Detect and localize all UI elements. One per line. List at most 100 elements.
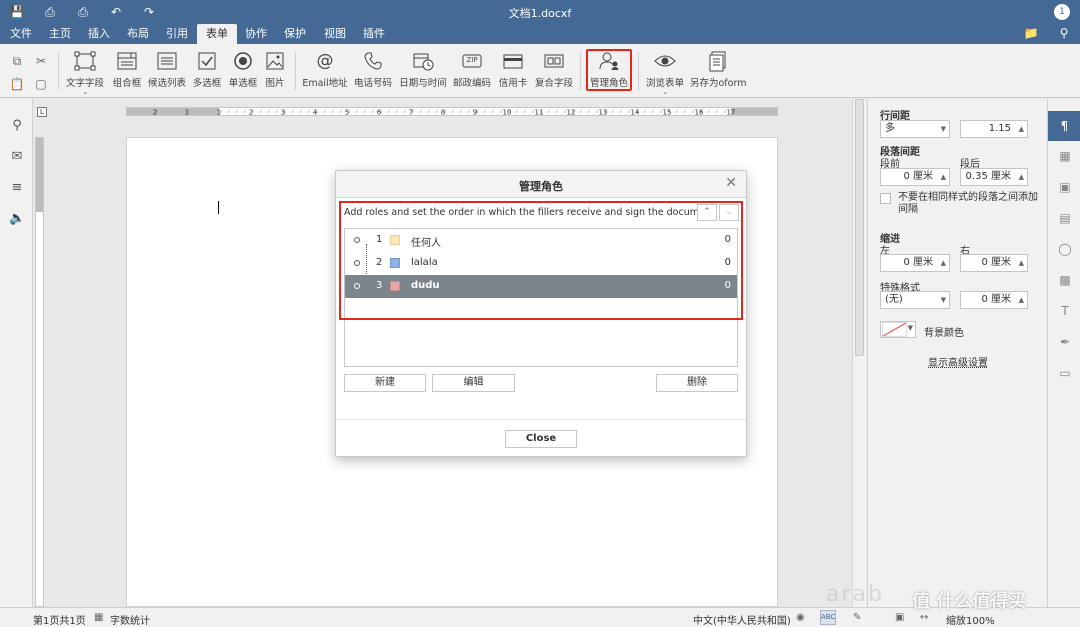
save-as-oform-button[interactable]: 另存为oform	[690, 50, 746, 94]
tab-protection[interactable]: 保护	[275, 24, 315, 44]
text-cursor	[218, 201, 219, 214]
paste-icon[interactable]: 📋	[9, 76, 25, 92]
ruler-tick-label: 3	[281, 109, 285, 116]
spacing-before-field[interactable]: 0 厘米 ▲	[880, 168, 950, 186]
credit-card-button[interactable]: 信用卡	[497, 50, 529, 94]
site-watermark: 值 什么值得买	[912, 591, 1027, 612]
comment-icon[interactable]: ✉	[9, 149, 25, 165]
chevron-down-icon: ▼	[907, 324, 913, 332]
edit-role-button[interactable]: 编辑	[432, 374, 515, 392]
checkbox-button[interactable]: 多选框	[191, 50, 223, 94]
special-format-value-field[interactable]: 0 厘米 ▲	[960, 291, 1028, 309]
scrollbar-thumb[interactable]	[855, 99, 864, 356]
text-field-button[interactable]: 文字字段 ⌄	[65, 50, 105, 96]
checkbox-icon	[196, 50, 218, 72]
search-icon[interactable]: ⚲	[9, 118, 25, 134]
select-all-icon[interactable]: ▢	[33, 76, 49, 92]
fit-page-icon[interactable]: ▣	[895, 612, 904, 623]
toolbar-separator	[58, 52, 59, 90]
stepper-icon[interactable]: ▲	[1019, 121, 1024, 137]
horizontal-ruler[interactable]: 2 1 1 2 3 4 5 6 7 8 9 10 11 12 13 14 15 16 17	[126, 107, 778, 116]
track-changes-icon[interactable]: ✎	[853, 612, 861, 623]
indent-right-field[interactable]: 0 厘米 ▲	[960, 254, 1028, 272]
vertical-ruler[interactable]	[35, 137, 44, 607]
shape-icon[interactable]: ◯	[1057, 242, 1073, 258]
indent-left-field[interactable]: 0 厘米 ▲	[880, 254, 950, 272]
combo-box-button[interactable]: 组合框	[110, 50, 144, 94]
save-as-oform-icon	[707, 50, 729, 72]
stepper-icon[interactable]: ▲	[1019, 255, 1024, 271]
signature-icon[interactable]: ✒	[1057, 335, 1073, 351]
table-icon[interactable]: ▦	[1057, 149, 1073, 165]
chevron-down-icon: ▼	[940, 125, 946, 133]
tab-collaboration[interactable]: 协作	[236, 24, 276, 44]
folder-icon[interactable]: 📁	[1023, 26, 1039, 42]
phone-label: 电话号码	[353, 78, 392, 89]
text-art-icon[interactable]: T	[1057, 304, 1073, 320]
user-avatar[interactable]: 1	[1054, 4, 1070, 20]
dialog-header: 管理角色 ✕	[336, 171, 746, 198]
spacing-after-field[interactable]: 0.35 厘米 ▲	[960, 168, 1028, 186]
tab-references[interactable]: 引用	[157, 24, 197, 44]
checkbox-label: 多选框	[192, 78, 222, 89]
tab-file[interactable]: 文件	[1, 24, 41, 44]
view-form-button[interactable]: 浏览表单 ⌄	[643, 50, 687, 96]
complex-field-icon	[543, 50, 565, 72]
zip-button[interactable]: ZIP 邮政编码	[451, 50, 493, 94]
new-role-button[interactable]: 新建	[344, 374, 426, 392]
dropdown-list-button[interactable]: 候选列表	[147, 50, 187, 94]
close-button[interactable]: Close	[505, 430, 577, 448]
zoom-level[interactable]: 缩放100%	[946, 612, 995, 627]
ruler-margin-top	[36, 138, 43, 212]
spell-check-icon[interactable]: ABC	[820, 610, 836, 625]
paragraph-icon[interactable]: ¶	[1048, 111, 1080, 141]
search-icon[interactable]: ⚲	[1056, 26, 1072, 42]
chart-icon[interactable]: ▩	[1057, 273, 1073, 289]
ruler-tick-label: 12	[567, 109, 576, 116]
background-color-picker[interactable]: ▼	[880, 321, 916, 338]
tab-plugins[interactable]: 插件	[354, 24, 394, 44]
datetime-label: 日期与时间	[399, 78, 447, 89]
dialog-title: 管理角色	[519, 180, 563, 193]
speaker-icon[interactable]: 🔈	[9, 211, 25, 227]
phone-button[interactable]: 电话号码	[352, 50, 394, 94]
globe-icon[interactable]: ◉	[796, 612, 805, 623]
tab-stop-selector[interactable]: L	[37, 107, 47, 117]
copy-icon[interactable]: ⧉	[9, 53, 25, 69]
tab-forms[interactable]: 表单	[197, 24, 237, 44]
special-format-select[interactable]: (无) ▼	[880, 291, 950, 309]
delete-role-button[interactable]: 删除	[656, 374, 738, 392]
form-field-icon[interactable]: ▭	[1057, 366, 1073, 382]
stepper-icon[interactable]: ▲	[1019, 169, 1024, 185]
vertical-scrollbar[interactable]	[852, 99, 866, 607]
stepper-icon[interactable]: ▲	[941, 255, 946, 271]
word-count-button[interactable]: 字数统计	[110, 612, 150, 627]
complex-field-label: 复合字段	[534, 78, 573, 89]
stepper-icon[interactable]: ▲	[1019, 292, 1024, 308]
line-spacing-type-select[interactable]: 多 ▼	[880, 120, 950, 138]
datetime-button[interactable]: 日期与时间	[398, 50, 448, 94]
line-spacing-value-field[interactable]: 1.15 ▲	[960, 120, 1028, 138]
cut-icon[interactable]: ✂	[33, 53, 49, 69]
radio-button[interactable]: 单选框	[227, 50, 259, 94]
image-button[interactable]: 图片	[262, 50, 288, 94]
tab-home[interactable]: 主页	[40, 24, 80, 44]
page-count[interactable]: 第1页共1页	[33, 612, 86, 627]
tab-layout[interactable]: 布局	[118, 24, 158, 44]
zip-badge: ZIP	[466, 56, 478, 64]
tab-insert[interactable]: 插入	[79, 24, 119, 44]
complex-field-button[interactable]: 复合字段	[533, 50, 575, 94]
close-icon[interactable]: ✕	[725, 175, 737, 191]
tab-view[interactable]: 视图	[315, 24, 355, 44]
ruler-tick-label: 8	[441, 109, 445, 116]
language-selector[interactable]: 中文(中华人民共和国)	[693, 612, 791, 627]
email-button[interactable]: @ Email地址	[302, 50, 348, 94]
advanced-settings-link[interactable]: 显示高级设置	[868, 354, 1048, 369]
stepper-icon[interactable]: ▲	[941, 169, 946, 185]
fit-width-icon[interactable]: ↔	[920, 612, 928, 623]
header-footer-icon[interactable]: ▤	[1057, 211, 1073, 227]
no-space-same-style-checkbox[interactable]	[880, 193, 891, 204]
navigation-icon[interactable]: ≡	[9, 180, 25, 196]
ruler-tick-label: 16	[695, 109, 704, 116]
image-icon[interactable]: ▣	[1057, 180, 1073, 196]
